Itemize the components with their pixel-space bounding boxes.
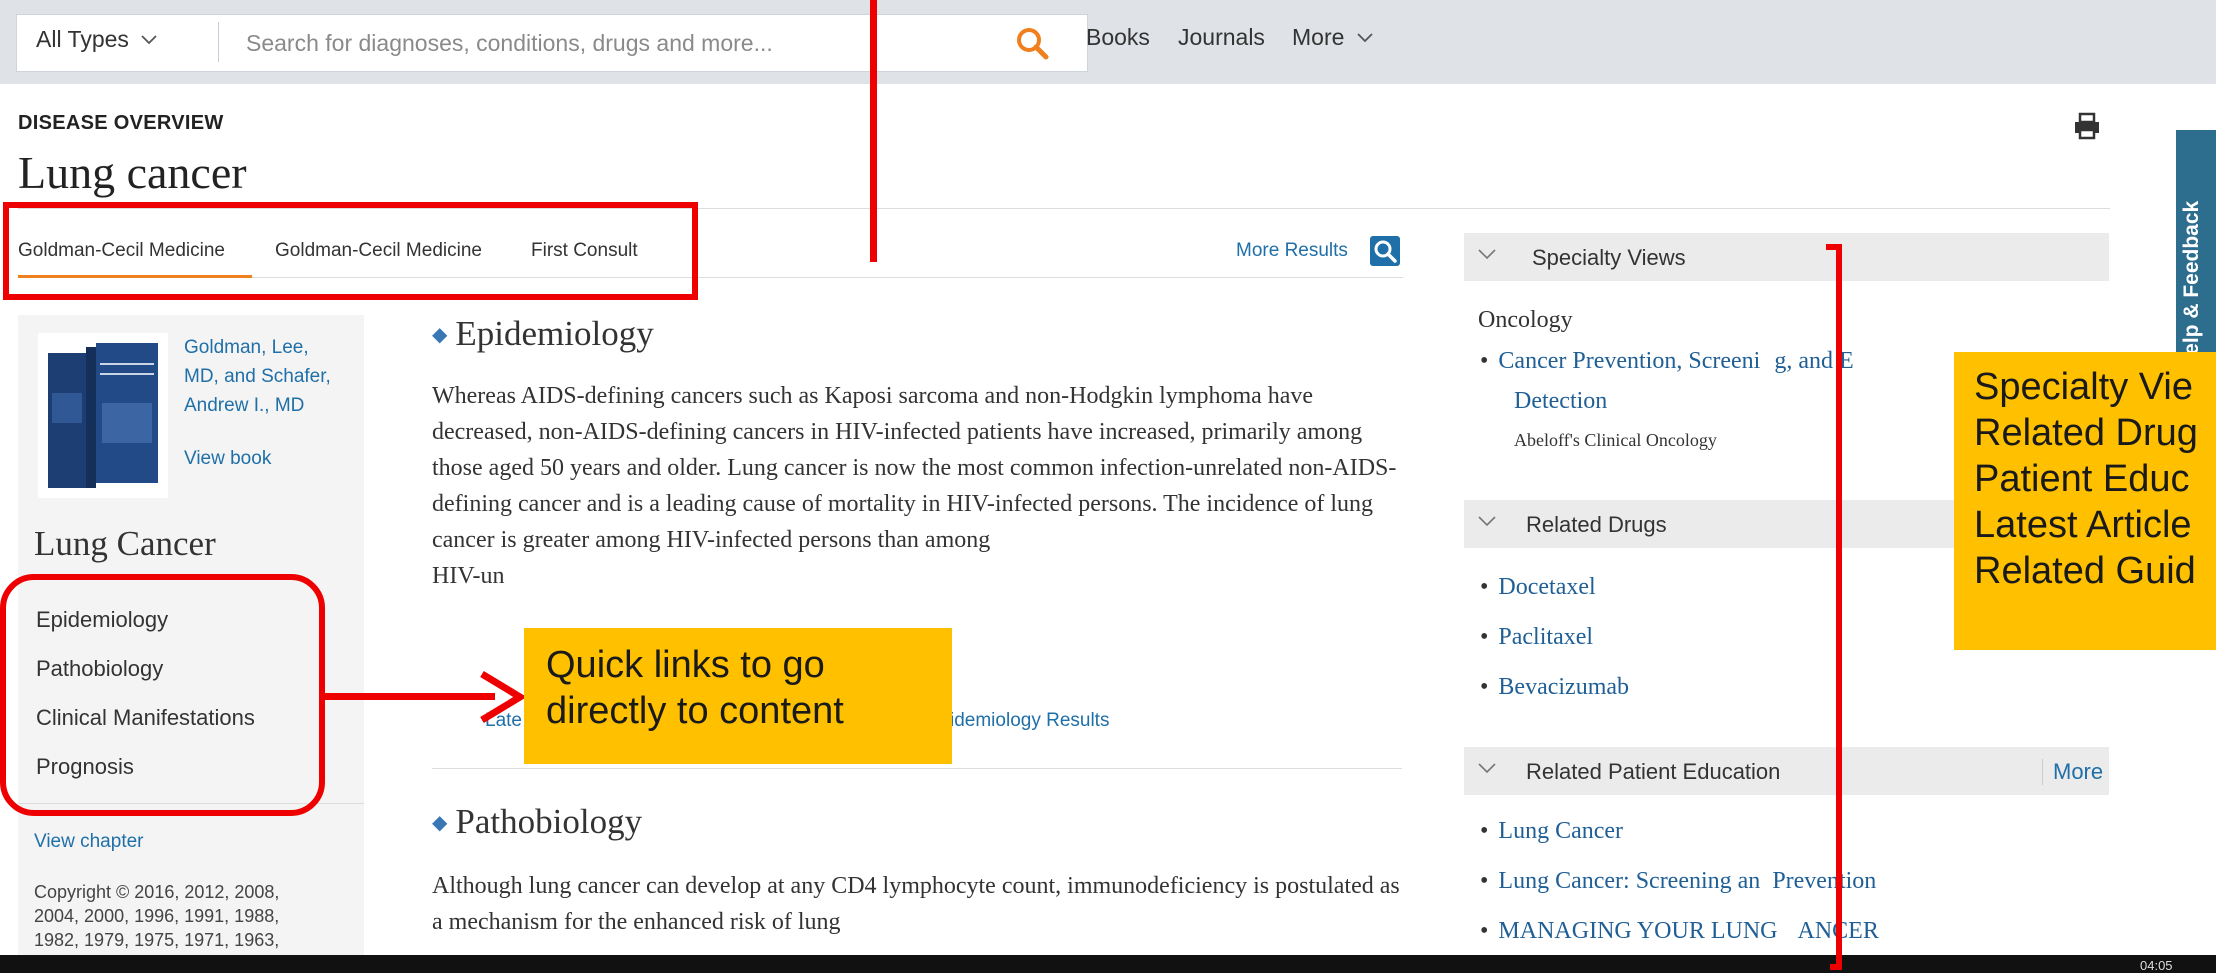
search-icon[interactable] [1370, 236, 1400, 266]
link-text: Docetaxel [1498, 574, 1596, 600]
chevron-down-icon [1478, 763, 1496, 774]
list-bullet: • [1480, 574, 1489, 600]
annotation-bracket [1830, 244, 1842, 970]
print-icon[interactable] [2072, 112, 2102, 140]
callout-line: Specialty Vie [1974, 366, 2193, 408]
panel-title: Related Patient Education [1526, 759, 1781, 784]
list-bullet: • [1480, 674, 1489, 700]
link-text: Cancer Prevention, Screeni [1498, 348, 1761, 374]
patient-education-link[interactable]: • Lung Cancer: Screening an Prevention [1480, 868, 1876, 895]
patient-education-link[interactable]: • Lung Cancer [1480, 818, 1623, 845]
nav-more[interactable]: More [1292, 24, 1373, 51]
callout-line: Latest Article [1974, 504, 2192, 546]
section-heading-pathobiology: ◆ Pathobiology [432, 802, 642, 842]
chevron-down-icon [1478, 249, 1496, 260]
book-cover-image[interactable] [38, 333, 168, 498]
paragraph-tail: HIV-un [432, 563, 505, 589]
list-bullet: • [1480, 818, 1489, 844]
chevron-down-icon [1478, 516, 1496, 527]
annotation-bracket-top [1826, 244, 1840, 250]
chevron-down-icon [141, 35, 157, 45]
section-heading-text: Epidemiology [455, 314, 654, 353]
nav-more-label: More [1292, 24, 1345, 50]
patient-education-link[interactable]: • MANAGING YOUR LUNG ANCER [1480, 918, 1879, 945]
callout-line: Related Guid [1974, 550, 2196, 592]
list-bullet: • [1480, 868, 1489, 894]
drug-link[interactable]: • Paclitaxel [1480, 624, 1593, 651]
callout-line: Quick links to go [546, 644, 825, 686]
panel-title: Related Drugs [1526, 512, 1667, 537]
callout-line: Related Drug [1974, 412, 2198, 454]
search-input[interactable] [244, 22, 1008, 64]
content-type-label: DISEASE OVERVIEW [18, 112, 224, 134]
author-line[interactable]: Andrew I., MD [184, 391, 359, 420]
view-chapter-link[interactable]: View chapter [34, 831, 144, 853]
section-divider [432, 768, 1402, 769]
search-icon[interactable] [1015, 26, 1049, 60]
annotation-arrow-shaft [325, 693, 495, 700]
drug-link[interactable]: • Bevacizumab [1480, 674, 1629, 701]
page-title: Lung cancer [18, 147, 247, 198]
copyright-line: 2004, 2000, 1996, 1991, 1988, [34, 906, 280, 926]
pathobiology-text: Although lung cancer can develop at any … [432, 873, 1400, 935]
copyright-line: 1982, 1979, 1975, 1971, 1963, [34, 930, 280, 950]
specialty-link[interactable]: • Cancer Prevention, Screeni g, and E [1480, 348, 1854, 375]
list-bullet: • [1480, 624, 1489, 650]
patient-education-more-link[interactable]: More [2042, 759, 2103, 785]
link-text: Bevacizumab [1498, 674, 1630, 700]
specialty-source: Abeloff's Clinical Oncology [1514, 430, 1717, 450]
taskbar-clock: 04:05 [2140, 958, 2173, 973]
list-bullet: • [1480, 348, 1489, 374]
link-text: Lung Cancer: Screening an [1498, 868, 1761, 894]
annotation-callout-quick-links: Quick links to go directly to content [524, 628, 952, 764]
type-select[interactable]: All Types [36, 26, 157, 53]
list-bullet: • [1480, 918, 1489, 944]
callout-line: Patient Educ [1974, 458, 2190, 500]
annotation-box-quick-links [0, 574, 325, 816]
diamond-bullet-icon: ◆ [432, 812, 448, 834]
annotation-connector-line [870, 0, 877, 262]
diamond-bullet-icon: ◆ [432, 324, 448, 346]
epidemiology-text: Whereas AIDS-defining cancers such as Ka… [432, 378, 1402, 594]
author-line[interactable]: MD, and Schafer, [184, 362, 359, 391]
copyright-notice: Copyright © 2016, 2012, 2008, 2004, 2000… [34, 880, 349, 952]
specialty-oncology-label: Oncology [1478, 307, 1573, 333]
nav-books[interactable]: Books [1086, 24, 1150, 51]
nav-journals[interactable]: Journals [1178, 24, 1265, 51]
annotation-callout-right-rail: Specialty Vie Related Drug Patient Educ … [1954, 352, 2216, 650]
help-feedback-label: Help & Feedback [2180, 200, 2203, 370]
annotation-arrow-head-icon [480, 671, 527, 723]
section-heading-text: Pathobiology [455, 802, 643, 841]
search-divider [218, 22, 219, 62]
taskbar [0, 955, 2216, 973]
more-results-link[interactable]: More Results [1236, 240, 1348, 262]
link-text: Paclitaxel [1498, 624, 1594, 650]
link-text: MANAGING YOUR LUNG [1498, 918, 1784, 944]
book-authors: Goldman, Lee, MD, and Schafer, Andrew I.… [184, 333, 359, 420]
view-book-link[interactable]: View book [184, 448, 271, 470]
section-heading-epidemiology: ◆ Epidemiology [432, 314, 654, 354]
drug-link[interactable]: • Docetaxel [1480, 574, 1596, 601]
paragraph: Whereas AIDS-defining cancers such as Ka… [432, 383, 1397, 553]
specialty-link-cont[interactable]: Detection [1514, 388, 1607, 415]
panel-title: Specialty Views [1532, 245, 1686, 270]
patient-education-header[interactable]: Related Patient Education [1464, 747, 2109, 795]
specialty-views-header[interactable]: Specialty Views [1464, 233, 2109, 281]
link-text: Lung Cancer [1498, 818, 1624, 844]
author-line[interactable]: Goldman, Lee, [184, 333, 359, 362]
copyright-line: Copyright © 2016, 2012, 2008, [34, 882, 280, 902]
epidemiology-results-link[interactable]: idemiology Results [950, 710, 1109, 732]
chevron-down-icon [1357, 33, 1373, 43]
chapter-title: Lung Cancer [34, 524, 216, 563]
type-select-label: All Types [36, 26, 129, 52]
annotation-box-source-tabs [3, 202, 698, 300]
link-text: Prevention [1772, 868, 1877, 894]
callout-line: directly to content [546, 690, 844, 732]
